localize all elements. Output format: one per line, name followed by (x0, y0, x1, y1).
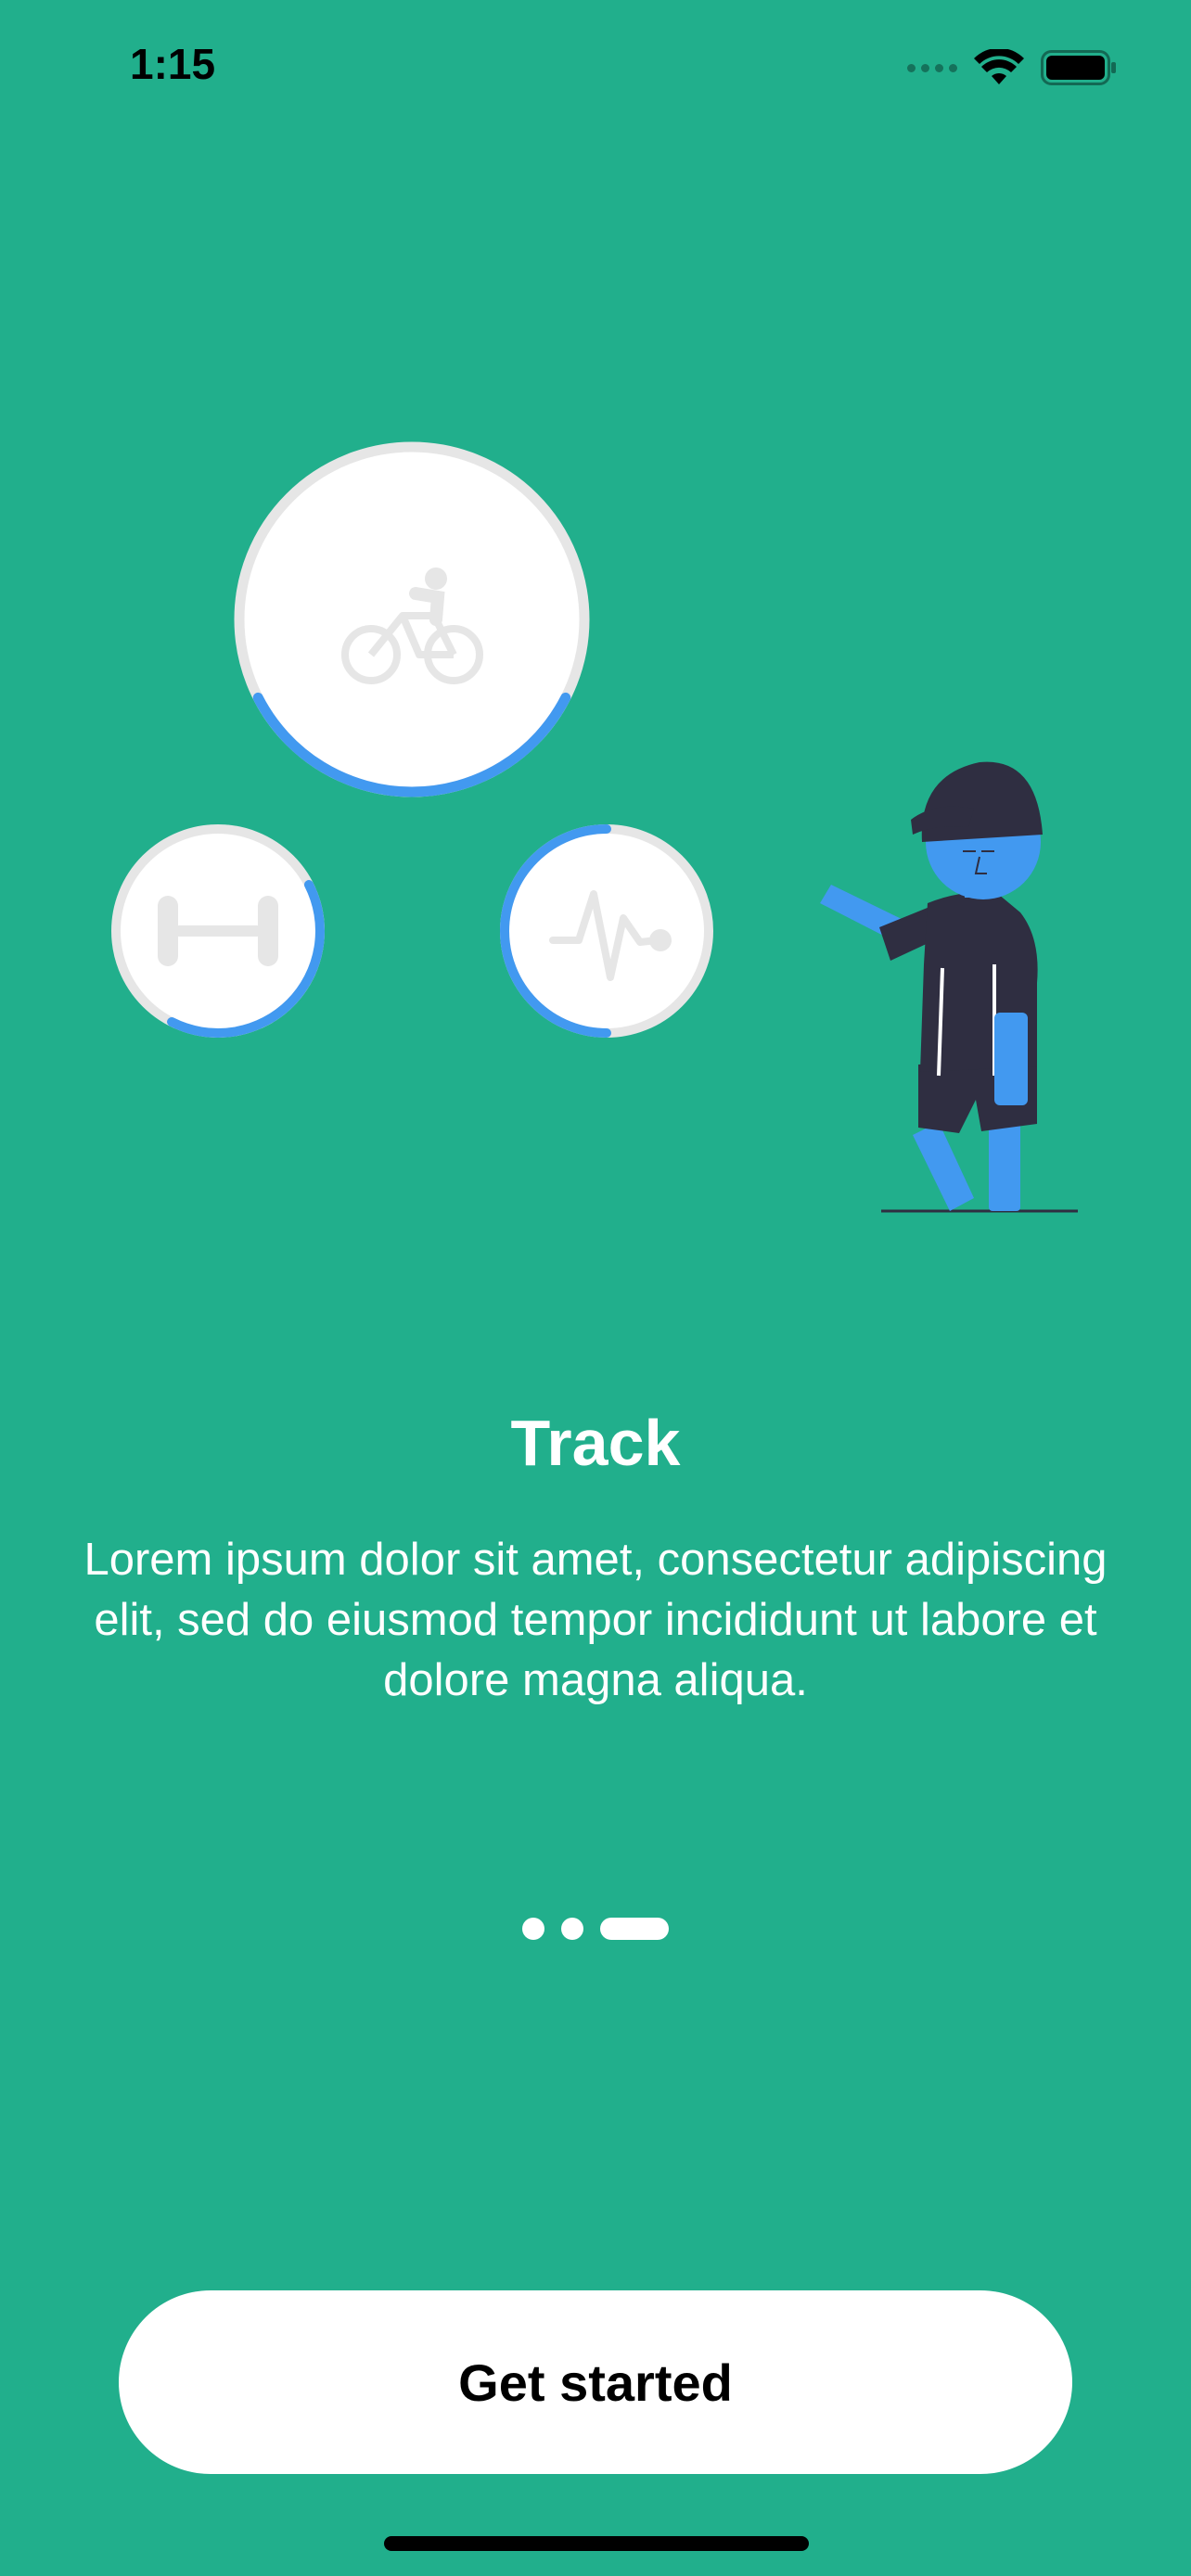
get-started-button[interactable]: Get started (119, 2290, 1072, 2474)
onboarding-screen: 1:15 Track Lorem ipsum dolor sit amet, c… (0, 0, 1191, 2576)
bicycle-progress-ring (234, 441, 590, 797)
onboarding-title: Track (510, 1407, 681, 1479)
onboarding-description: Lorem ipsum dolor sit amet, consectetur … (83, 1535, 1108, 1705)
page-indicator[interactable] (0, 1918, 1191, 1940)
page-dot[interactable] (522, 1918, 544, 1940)
dumbbell-progress-ring (111, 824, 325, 1038)
person-pointing-figure (820, 761, 1078, 1213)
page-dot[interactable] (561, 1918, 583, 1940)
home-indicator[interactable] (384, 2536, 809, 2551)
activity-illustration (111, 441, 1078, 1213)
heartbeat-progress-ring (500, 824, 713, 1038)
page-dot-active[interactable] (600, 1918, 669, 1940)
